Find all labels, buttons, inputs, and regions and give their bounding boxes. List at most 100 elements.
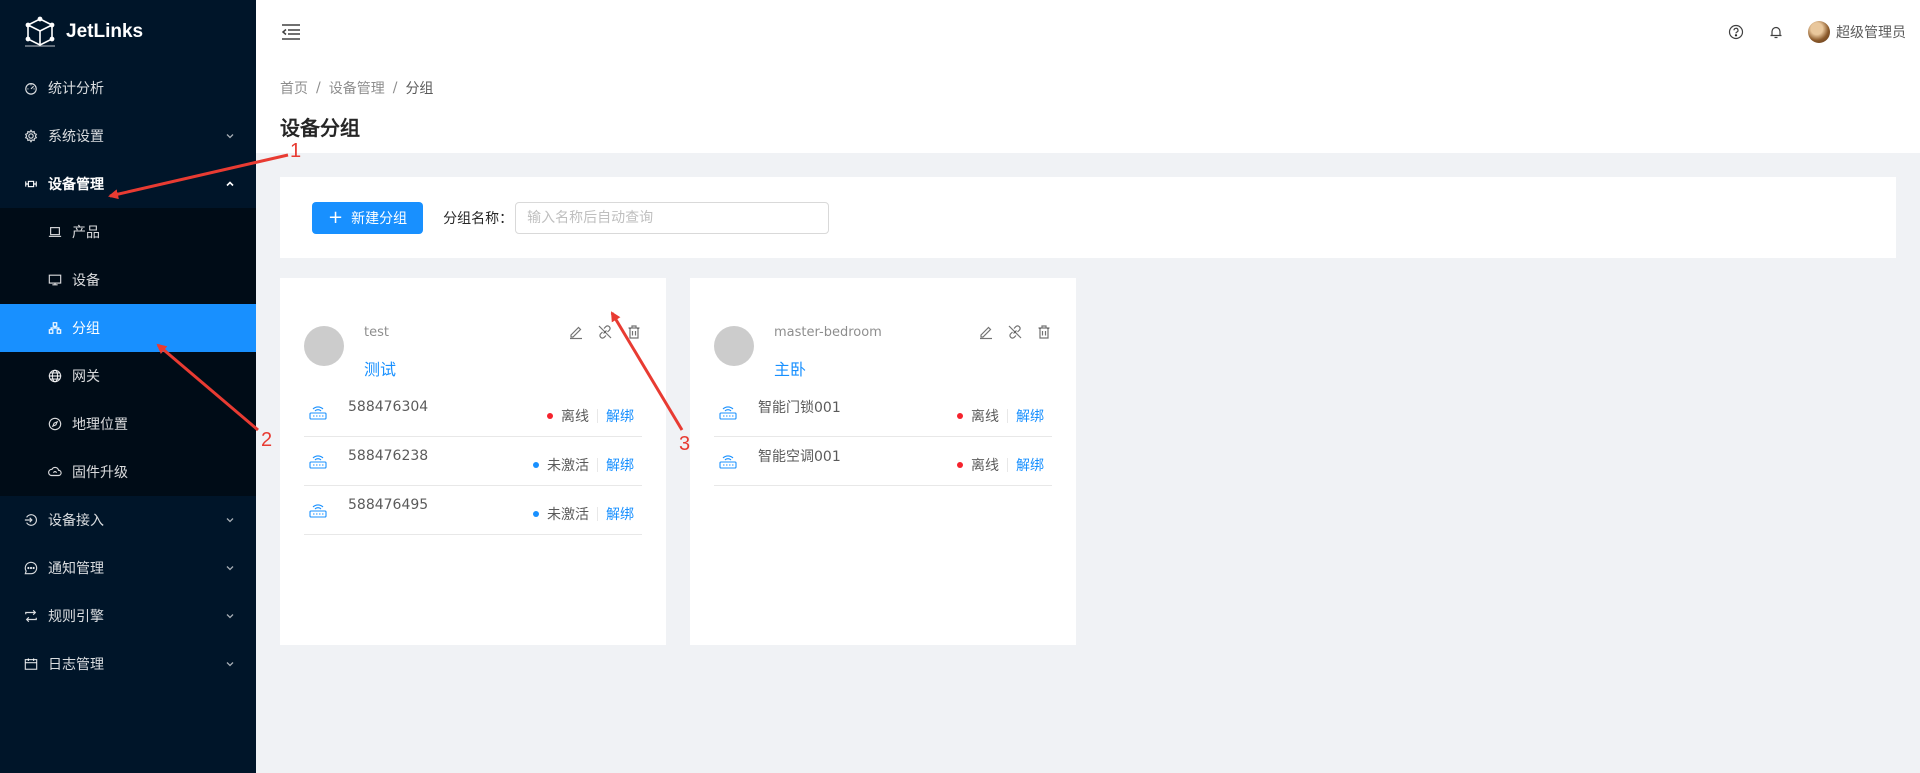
device-name: 588476238 [348,448,429,464]
avatar[interactable] [1808,21,1830,43]
status-dot [957,462,963,468]
device-icon [719,455,737,469]
unbind-link[interactable]: 解绑 [1016,455,1044,475]
status-dot [533,511,539,517]
dashboard-icon [24,81,38,95]
bell-icon[interactable] [1768,24,1784,40]
logo[interactable]: JetLinks [0,0,256,64]
group-avatar [714,326,754,366]
breadcrumb-separator: / [316,80,321,96]
divider [597,458,598,472]
chevron-down-icon [226,566,234,571]
chevron-up-icon [226,181,234,187]
delete-icon[interactable] [1036,324,1052,340]
device-name: 智能空调001 [758,449,841,465]
menu-fold-icon[interactable] [280,21,302,43]
chevron-down-icon [226,134,234,139]
menu-item-device-access[interactable]: 设备接入 [0,496,256,544]
unbind-link[interactable]: 解绑 [606,455,634,475]
menu-item-device-management[interactable]: 设备管理 [0,160,256,208]
user-name[interactable]: 超级管理员 [1836,22,1906,42]
sidebar-item-location[interactable]: 地理位置 [0,400,256,448]
cloud-sync-icon [48,465,62,479]
card-header: master-bedroom 主卧 [714,302,1052,379]
device-icon [309,406,327,420]
breadcrumb-home[interactable]: 首页 [280,78,308,98]
group-card-master-bedroom: master-bedroom 主卧 智能门锁001 离线 解绑 智能空调001 … [690,278,1076,645]
group-card-test: test 测试 588476304 离线 解绑 588476238 未激活 解绑… [280,278,666,645]
disconnect-icon[interactable] [1007,324,1023,340]
chevron-down-icon [226,614,234,619]
list-item: 588476495 未激活 解绑 [304,486,642,535]
list-item: 智能空调001 离线 解绑 [714,437,1052,486]
sidebar-item-group[interactable]: 分组 [0,304,256,352]
page-header: 首页 / 设备管理 / 分组 设备分组 [256,64,1920,153]
status-badge: 离线 [561,409,589,425]
sidebar-item-firmware[interactable]: 固件升级 [0,448,256,496]
page-title: 设备分组 [280,116,360,140]
list-item: 智能门锁001 离线 解绑 [714,388,1052,437]
device-icon [719,406,737,420]
menu-item-notification[interactable]: 通知管理 [0,544,256,592]
edit-icon[interactable] [978,324,994,340]
edit-icon[interactable] [568,324,584,340]
menu-item-rule-engine[interactable]: 规则引擎 [0,592,256,640]
divider [1007,458,1008,472]
question-circle-icon[interactable] [1728,24,1744,40]
group-name-label: 分组名称： [443,210,514,227]
status-badge: 离线 [971,409,999,425]
compass-icon [48,417,62,431]
device-icon [309,504,327,518]
unbind-link[interactable]: 解绑 [606,406,634,426]
group-name[interactable]: 测试 [364,356,396,380]
menu-item-dashboard[interactable]: 统计分析 [0,64,256,112]
message-icon [24,561,38,575]
device-list: 智能门锁001 离线 解绑 智能空调001 离线 解绑 [714,388,1052,486]
annotation-number-2: 2 [261,429,273,451]
device-name: 588476304 [348,399,429,415]
sidebar-item-product[interactable]: 产品 [0,208,256,256]
card-header: test 测试 [304,302,642,379]
device-meta: 离线 解绑 [547,406,642,426]
new-group-button[interactable]: + 新建分组 [312,201,424,234]
breadcrumb-parent[interactable]: 设备管理 [329,78,385,98]
unbind-link[interactable]: 解绑 [1016,406,1044,426]
list-item: 588476238 未激活 解绑 [304,437,642,486]
plus-icon: + [328,206,344,228]
device-name: 588476495 [348,497,429,513]
group-name[interactable]: 主卧 [774,356,806,380]
laptop-icon [48,225,62,239]
unbind-link[interactable]: 解绑 [606,504,634,524]
menu-label: 分组 [72,321,100,337]
list-item: 588476304 离线 解绑 [304,388,642,437]
menu-item-log-management[interactable]: 日志管理 [0,640,256,688]
sidebar-item-device[interactable]: 设备 [0,256,256,304]
global-icon [48,369,62,383]
device-icon [309,455,327,469]
status-dot [547,413,553,419]
cluster-icon [48,321,62,335]
device-list: 588476304 离线 解绑 588476238 未激活 解绑 5884764… [304,388,642,535]
annotation-number-1: 1 [290,140,302,162]
device-submenu: 产品 设备 分组 网关 地理位置 固件升级 [0,208,256,496]
status-badge: 离线 [971,458,999,474]
menu-label: 统计分析 [48,81,104,97]
menu-label: 设备接入 [48,513,104,529]
status-badge: 未激活 [547,458,589,474]
retweet-icon [24,609,38,623]
disconnect-icon[interactable] [597,324,613,340]
breadcrumb-separator: / [392,80,398,96]
delete-icon[interactable] [626,324,642,340]
group-id: master-bedroom [774,325,882,340]
group-name-input[interactable] [515,201,830,234]
device-meta: 未激活 解绑 [533,504,642,524]
status-dot [957,413,963,419]
header-actions: 超级管理员 [1716,0,1920,64]
device-name: 智能门锁001 [758,400,841,416]
annotation-number-3: 3 [679,433,691,455]
search-card: + 新建分组 分组名称： [280,177,1896,258]
chevron-down-icon [226,662,234,667]
sidebar-item-gateway[interactable]: 网关 [0,352,256,400]
menu-item-system-settings[interactable]: 系统设置 [0,112,256,160]
device-meta: 离线 解绑 [957,406,1052,426]
